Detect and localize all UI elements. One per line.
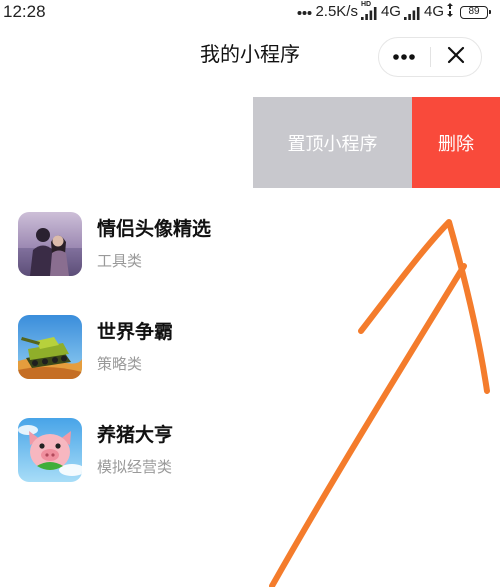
tank-game-icon xyxy=(18,315,82,379)
close-icon xyxy=(447,46,465,69)
hd-label: HD xyxy=(360,1,372,8)
couple-photo-icon xyxy=(18,212,82,276)
pin-to-top-button[interactable]: 置顶小程序 xyxy=(253,97,412,188)
app-category: 模拟经营类 xyxy=(97,459,173,476)
status-bar: 12:28 2.5K/s HD 4G 4G 89 xyxy=(0,0,500,26)
app-category: 工具类 xyxy=(97,253,143,270)
more-dots-icon xyxy=(392,48,416,66)
status-indicators: 2.5K/s HD 4G 4G 89 xyxy=(297,1,491,22)
mini-program-list: 情侣头像精选 工具类 世界争霸 策略类 养猪大亨 模拟经营类 xyxy=(0,212,500,521)
swiped-list-item: 置顶小程序 删除 xyxy=(0,97,500,188)
network-speed: 2.5K/s xyxy=(315,3,358,20)
pig-game-icon xyxy=(18,418,82,482)
close-button[interactable] xyxy=(430,38,481,76)
app-name: 世界争霸 xyxy=(97,322,174,343)
more-button[interactable] xyxy=(379,38,430,76)
app-name: 情侣头像精选 xyxy=(97,219,212,240)
delete-button[interactable]: 删除 xyxy=(412,97,500,188)
network-type-2: 4G xyxy=(423,3,444,20)
list-item[interactable]: 养猪大亨 模拟经营类 xyxy=(0,418,500,482)
network-type-1: 4G xyxy=(380,3,401,20)
app-name: 养猪大亨 xyxy=(97,425,174,446)
signal-icon: HD xyxy=(360,1,378,20)
list-item[interactable]: 情侣头像精选 工具类 xyxy=(0,212,500,276)
signal-icon xyxy=(403,4,421,20)
status-time: 12:28 xyxy=(3,2,46,21)
notification-dots-icon xyxy=(297,3,312,21)
battery-icon: 89 xyxy=(460,5,491,19)
battery-level: 89 xyxy=(468,6,480,17)
app-category: 策略类 xyxy=(97,356,143,373)
list-item[interactable]: 世界争霸 策略类 xyxy=(0,315,500,379)
mini-program-capsule xyxy=(378,37,482,77)
data-transfer-icon xyxy=(447,2,453,22)
